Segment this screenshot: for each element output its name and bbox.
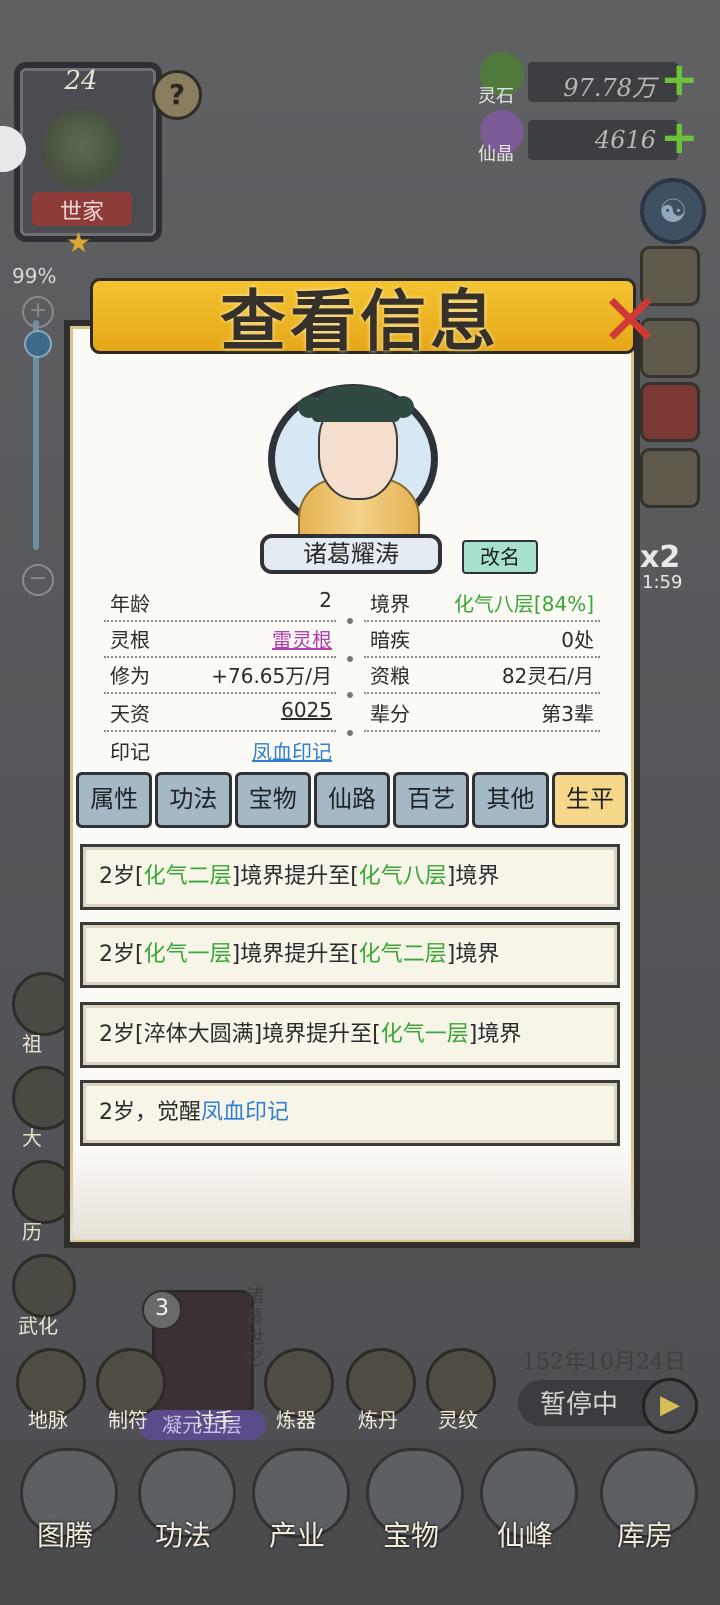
- spirit-pattern-label: 灵纹: [438, 1408, 478, 1432]
- left-label-2: 大: [22, 1126, 42, 1150]
- biography-event: 2岁[化气一层]境界提升至[化气二层]境界: [80, 922, 620, 988]
- immortal-crystal-value: 4616: [594, 126, 656, 154]
- event-text: 2岁[化气二层]境界提升至[化气八层]境界: [99, 864, 500, 889]
- clan-tree-emblem-icon: [42, 110, 122, 188]
- martial-icon[interactable]: [12, 1254, 76, 1318]
- spirit-stone-label: 灵石: [478, 86, 514, 107]
- info-row-generation: 辈分 第3辈: [364, 694, 600, 732]
- clan-level: 24: [64, 66, 98, 96]
- left-label-1: 祖: [22, 1032, 42, 1056]
- hidden-illness-label: 暗疾: [370, 628, 410, 652]
- nav-totem[interactable]: 图腾: [10, 1514, 120, 1554]
- zoom-out-button[interactable]: −: [22, 564, 54, 596]
- play-icon[interactable]: ▶: [642, 1378, 698, 1434]
- rename-button[interactable]: 改名: [462, 540, 538, 574]
- heir-portrait-tag: 诸葛世忆: [246, 1286, 264, 1370]
- mark-link[interactable]: 凤血印记: [252, 736, 332, 765]
- nav-peak[interactable]: 仙峰: [470, 1514, 580, 1554]
- avatar-hair-bun-left: [298, 396, 320, 418]
- clan-name: 世家: [59, 200, 104, 225]
- realm-label: 境界: [370, 592, 410, 616]
- info-row-hidden-illness: 暗疾 0处: [364, 620, 600, 658]
- provisions-value: 82灵石/月: [501, 664, 594, 688]
- spirit-root-label: 灵根: [110, 628, 150, 652]
- game-date: 152年10月24日: [522, 1350, 686, 1375]
- earth-vein-label: 地脉: [28, 1408, 68, 1432]
- forge-label: 炼器: [276, 1408, 316, 1432]
- speed-timer: 1:59: [642, 572, 683, 593]
- character-name: 诸葛耀涛: [260, 534, 442, 574]
- info-row-cultivation: 修为 +76.65万/月: [104, 656, 336, 694]
- info-row-age: 年龄 2: [104, 584, 336, 622]
- zoom-percent: 99%: [12, 264, 57, 288]
- close-icon[interactable]: ✕: [598, 284, 662, 356]
- zoom-in-button[interactable]: +: [22, 296, 54, 328]
- alchemy-label: 炼丹: [358, 1408, 398, 1432]
- biography-event: 2岁[淬体大圆满]境界提升至[化气一层]境界: [80, 1002, 620, 1068]
- nav-warehouse[interactable]: 库房: [590, 1514, 700, 1554]
- info-row-mark: 印记 凤血印记: [104, 732, 336, 768]
- talent-label: 天资: [110, 702, 150, 726]
- bag-menu-button[interactable]: [640, 448, 700, 508]
- age-label: 年龄: [110, 592, 150, 616]
- mist-decoration: [70, 1148, 634, 1240]
- dot-separator: [347, 730, 353, 736]
- tab-other[interactable]: 其他: [472, 772, 549, 828]
- spirit-stone-value: 97.78万: [563, 74, 656, 102]
- realm-value: 化气八层[84%]: [453, 592, 594, 616]
- mark-label: 印记: [110, 740, 150, 764]
- tab-biography[interactable]: 生平: [551, 772, 628, 828]
- cultivation-value: +76.65万/月: [211, 664, 332, 688]
- generation-value: 第3辈: [541, 702, 594, 726]
- event-text: 2岁[化气一层]境界提升至[化气二层]境界: [99, 942, 500, 967]
- biography-event: 2岁[化气二层]境界提升至[化气八层]境界: [80, 844, 620, 910]
- info-row-spirit-root: 灵根 雷灵根: [104, 620, 336, 658]
- add-immortal-crystal-button[interactable]: +: [660, 114, 699, 160]
- heir-portrait-badge: 3: [142, 1290, 182, 1330]
- dot-separator: [347, 618, 353, 624]
- pause-label: 暂停中: [540, 1390, 619, 1420]
- nav-treasure[interactable]: 宝物: [356, 1514, 466, 1554]
- talent-value[interactable]: 6025: [281, 698, 332, 722]
- tab-arts[interactable]: 百艺: [393, 772, 470, 828]
- immortal-crystal-label: 仙晶: [478, 144, 514, 165]
- avatar-hair: [312, 386, 400, 422]
- book-menu-button[interactable]: [640, 382, 700, 442]
- talisman-label: 制符: [108, 1408, 148, 1432]
- tab-techniques[interactable]: 功法: [155, 772, 232, 828]
- zoom-slider-knob[interactable]: [24, 330, 52, 358]
- nav-industry[interactable]: 产业: [242, 1514, 352, 1554]
- left-label-4: 武化: [18, 1314, 58, 1338]
- tab-attributes[interactable]: 属性: [76, 772, 153, 828]
- info-row-talent: 天资 6025: [104, 694, 336, 732]
- settings-gear-icon[interactable]: ☯: [640, 178, 706, 244]
- help-button[interactable]: ?: [152, 70, 202, 120]
- avatar-hair-bun-right: [392, 396, 414, 418]
- info-row-realm: 境界 化气八层[84%]: [364, 584, 600, 622]
- provisions-label: 资粮: [370, 664, 410, 688]
- add-spirit-stone-button[interactable]: +: [660, 56, 699, 102]
- event-text: 2岁[淬体大圆满]境界提升至[化气一层]境界: [99, 1022, 522, 1047]
- dot-separator: [347, 692, 353, 698]
- recruit-label: 讨手: [194, 1408, 234, 1432]
- event-text: 2岁，觉醒凤血印记: [99, 1100, 290, 1125]
- tab-immortal-path[interactable]: 仙路: [313, 772, 391, 828]
- biography-event: 2岁，觉醒凤血印记: [80, 1080, 620, 1146]
- speed-multiplier[interactable]: x2: [640, 540, 680, 575]
- dialog-title: 查看信息: [220, 283, 500, 360]
- info-row-provisions: 资粮 82灵石/月: [364, 656, 600, 694]
- cultivation-label: 修为: [110, 664, 150, 688]
- star-icon: ★: [66, 226, 92, 259]
- info-tabs: 属性 功法 宝物 仙路 百艺 其他 生平: [76, 772, 628, 828]
- dot-separator: [347, 656, 353, 662]
- generation-label: 辈分: [370, 702, 410, 726]
- age-value: 2: [319, 588, 332, 612]
- spirit-root-link[interactable]: 雷灵根: [272, 624, 332, 653]
- hidden-illness-value: 0处: [561, 628, 594, 652]
- left-label-3: 历: [22, 1220, 42, 1244]
- nav-techniques[interactable]: 功法: [128, 1514, 238, 1554]
- tab-treasures[interactable]: 宝物: [234, 772, 311, 828]
